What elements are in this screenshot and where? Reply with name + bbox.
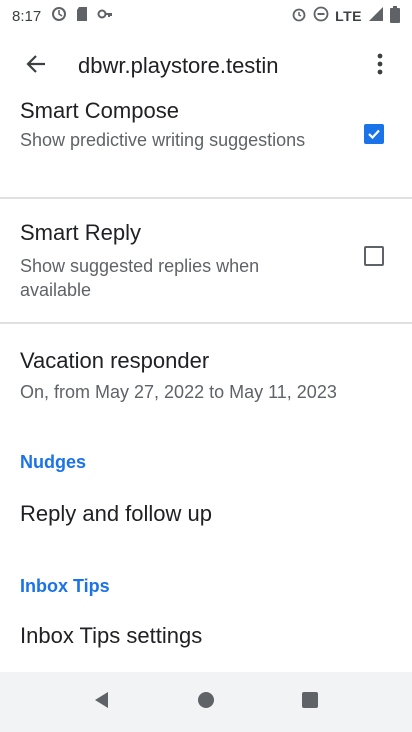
section-header-nudges: Nudges — [20, 452, 87, 472]
network-type: LTE — [335, 8, 362, 24]
alarm-icon — [291, 6, 307, 26]
settings-list: Smart Compose Show predictive writing su… — [0, 96, 412, 671]
back-button[interactable] — [12, 42, 60, 90]
divider — [0, 197, 412, 199]
app-bar: dbwr.playstore.testin — [0, 36, 412, 96]
overflow-menu-button[interactable] — [360, 42, 400, 90]
vpn-icon — [97, 6, 113, 26]
nav-back-icon — [92, 690, 112, 715]
app-bar-title: dbwr.playstore.testin — [78, 53, 279, 78]
smart-compose-checkbox[interactable] — [364, 124, 384, 144]
sd-card-icon — [75, 6, 89, 26]
smart-reply-title: Smart Reply — [20, 220, 142, 245]
section-header-inbox-tips: Inbox Tips — [20, 576, 110, 596]
navigation-bar — [0, 672, 412, 732]
reply-follow-up-title: Reply and follow up — [20, 501, 213, 526]
nav-home-button[interactable] — [194, 690, 218, 714]
inbox-tips-settings-title: Inbox Tips settings — [20, 623, 203, 648]
status-right-icons: LTE — [291, 0, 400, 32]
battery-icon — [390, 5, 400, 27]
vacation-responder-summary: On, from May 27, 2022 to May 11, 2023 — [20, 382, 337, 402]
smart-reply-summary: Show suggested replies when available — [20, 256, 260, 300]
status-time: 8:17 — [12, 7, 42, 25]
vacation-responder-title: Vacation responder — [20, 348, 210, 373]
screen: 8:17 LTE dbwr.playstore.testin Smart Com… — [0, 0, 412, 732]
back-arrow-icon — [25, 53, 47, 80]
sync-icon — [51, 6, 67, 26]
do-not-disturb-icon — [313, 6, 329, 26]
smart-compose-summary: Show predictive writing suggestions — [20, 130, 306, 150]
setting-inbox-tips[interactable]: Inbox Tips settings — [0, 606, 412, 671]
setting-reply-follow-up[interactable]: Reply and follow up — [0, 481, 412, 551]
setting-smart-reply[interactable]: Smart Reply Show suggested replies when … — [0, 200, 412, 322]
signal-icon — [368, 6, 384, 26]
divider — [0, 322, 412, 324]
smart-reply-checkbox[interactable] — [364, 246, 384, 266]
status-bar: 8:17 LTE — [0, 0, 412, 32]
nav-recents-icon — [301, 691, 319, 714]
smart-compose-title: Smart Compose — [20, 98, 179, 123]
nav-home-icon — [196, 690, 216, 715]
setting-smart-compose[interactable]: Smart Compose Show predictive writing su… — [0, 96, 412, 196]
nav-recents-button[interactable] — [298, 690, 322, 714]
status-left-icons — [51, 6, 113, 26]
setting-vacation-responder[interactable]: Vacation responder On, from May 27, 2022… — [0, 325, 412, 425]
more-vert-icon — [377, 53, 383, 80]
nav-back-button[interactable] — [90, 690, 114, 714]
